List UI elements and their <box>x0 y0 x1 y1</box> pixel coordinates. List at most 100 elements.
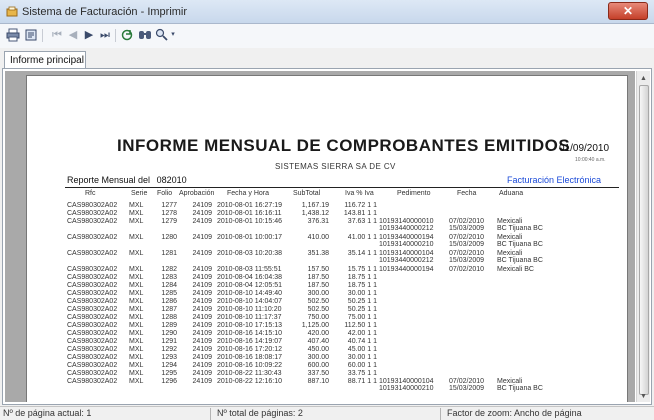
cell-rfc: CAS980302A02 <box>67 274 118 281</box>
cell-line: Mexicali <box>497 218 523 225</box>
cell-fecha: 2010-08-01 10:15:46 <box>217 218 282 225</box>
cell-rfc: CAS980302A02 <box>67 330 118 337</box>
cell-iva: 75.00 1 1 <box>347 314 377 321</box>
cell-serie: MXL <box>129 330 144 337</box>
cell-fecha: 2010-08-01 10:00:17 <box>217 234 282 241</box>
table-row: CAS980302A02 MXL 1277 24109 2010-08-01 16:27… <box>27 202 627 210</box>
window-title: Sistema de Facturación - Imprimir <box>22 6 188 18</box>
cell-sub: 376.31 <box>307 218 329 225</box>
cell-aprob: 24109 <box>192 370 212 377</box>
cell-line: Mexicali <box>497 234 523 241</box>
scroll-down-icon[interactable]: ▼ <box>640 393 647 400</box>
cell-serie: MXL <box>129 266 144 273</box>
cell-rfc: CAS980302A02 <box>67 338 118 345</box>
cell-serie: MXL <box>129 378 144 385</box>
cell-fecha: 2010-08-10 17:15:13 <box>217 322 282 329</box>
tab-informe-principal[interactable]: Informe principal <box>4 51 86 69</box>
column-header: SubTotal <box>293 190 321 197</box>
report-date: 01/09/2010 <box>559 143 610 154</box>
cell-fecha: 2010-08-03 10:20:38 <box>217 250 282 257</box>
cell-fecha: 2010-08-16 17:20:12 <box>217 346 282 353</box>
cell-aprob: 24109 <box>192 290 212 297</box>
column-header: Aduana <box>499 190 524 197</box>
table-row: CAS980302A02 MXL 1292 24109 2010-08-16 17:20… <box>27 346 627 354</box>
cell-aprob: 24109 <box>192 306 212 313</box>
cell-serie: MXL <box>129 306 144 313</box>
table-row: CAS980302A02 MXL 1293 24109 2010-08-16 18:08… <box>27 354 627 362</box>
cell-aduana: Mexicali BC Tijuana BC <box>497 234 543 248</box>
report-viewer: INFORME MENSUAL DE COMPROBANTES EMITIDOS… <box>5 71 635 402</box>
cell-fecha: 2010-08-10 11:10:20 <box>217 306 282 313</box>
status-current-page: Nº de página actual: 1 <box>3 408 92 418</box>
cell-aprob: 24109 <box>192 218 212 225</box>
cell-folio: 1295 <box>161 370 177 377</box>
first-page-icon[interactable]: ⏮ <box>50 28 64 42</box>
app-icon <box>6 6 18 17</box>
cell-serie: MXL <box>129 282 144 289</box>
cell-aduana: Mexicali BC Tijuana BC <box>497 250 543 264</box>
column-header: Rfc <box>85 190 96 197</box>
cell-sub: 1,125.00 <box>301 322 329 329</box>
last-page-icon[interactable]: ⏭ <box>98 28 112 42</box>
chevron-down-icon[interactable]: ▾ <box>169 28 177 42</box>
cell-rfc: CAS980302A02 <box>67 202 118 209</box>
company-name: SISTEMAS SIERRA SA DE CV <box>275 162 396 171</box>
cell-rfc: CAS980302A02 <box>67 250 118 257</box>
cell-aprob: 24109 <box>192 338 212 345</box>
cell-iva: 18.75 1 1 <box>347 282 377 289</box>
cell-folio: 1279 <box>161 218 177 225</box>
cell-sub: 300.00 <box>307 290 329 297</box>
cell-sub: 187.50 <box>307 274 329 281</box>
scroll-thumb[interactable] <box>639 85 649 395</box>
cell-iva: 15.75 1 1 <box>347 266 377 273</box>
table-row: CAS980302A02 MXL 1291 24109 2010-08-16 14:19… <box>27 338 627 346</box>
cell-line: BC Tijuana BC <box>497 225 543 232</box>
cell-fechaped: 07/02/2010 <box>449 266 485 273</box>
close-button[interactable]: ✕ <box>608 2 648 20</box>
status-divider <box>440 408 441 420</box>
table-row: CAS980302A02 MXL 1287 24109 2010-08-10 11:10… <box>27 306 627 314</box>
next-page-icon[interactable]: ▶ <box>82 28 96 42</box>
cell-rfc: CAS980302A02 <box>67 378 118 385</box>
cell-rfc: CAS980302A02 <box>67 266 118 273</box>
cell-fecha: 2010-08-16 14:15:10 <box>217 330 282 337</box>
cell-rfc: CAS980302A02 <box>67 370 118 377</box>
cell-serie: MXL <box>129 290 144 297</box>
scroll-up-icon[interactable]: ▲ <box>640 75 647 82</box>
refresh-icon[interactable] <box>120 28 134 42</box>
cell-folio: 1284 <box>161 282 177 289</box>
status-zoom: Factor de zoom: Ancho de página <box>447 408 582 418</box>
cell-line: 10193440000194 <box>379 234 434 241</box>
vertical-scrollbar[interactable]: ▲ ▼ <box>636 71 650 402</box>
column-header: Aprobación <box>179 190 215 197</box>
page-setup-icon[interactable] <box>24 28 38 42</box>
print-icon[interactable] <box>6 28 20 42</box>
cell-sub: 157.50 <box>307 266 329 273</box>
prev-page-icon[interactable]: ◀ <box>66 28 80 42</box>
report-page: INFORME MENSUAL DE COMPROBANTES EMITIDOS… <box>26 75 628 402</box>
cell-rfc: CAS980302A02 <box>67 210 118 217</box>
cell-folio: 1289 <box>161 322 177 329</box>
cell-sub: 407.40 <box>307 338 329 345</box>
cell-folio: 1287 <box>161 306 177 313</box>
cell-aduana: Mexicali BC Tijuana BC <box>497 378 543 392</box>
report-rows: CAS980302A02 MXL 1277 24109 2010-08-01 16:27… <box>27 202 627 394</box>
cell-serie: MXL <box>129 314 144 321</box>
zoom-icon[interactable] <box>155 28 169 42</box>
table-row: CAS980302A02 MXL 1294 24109 2010-08-16 10:09… <box>27 362 627 370</box>
report-subtitle: Reporte Mensual del 082010 <box>67 175 187 185</box>
find-icon[interactable] <box>138 28 152 42</box>
cell-line: 15/03/2009 <box>449 225 485 232</box>
cell-sub: 502.50 <box>307 306 329 313</box>
cell-rfc: CAS980302A02 <box>67 290 118 297</box>
cell-line: 07/02/2010 <box>449 378 485 385</box>
cell-rfc: CAS980302A02 <box>67 282 118 289</box>
cell-fecha: 2010-08-04 16:04:38 <box>217 274 282 281</box>
report-period: 082010 <box>156 175 187 185</box>
table-row: CAS980302A02 MXL 1288 24109 2010-08-10 11:17… <box>27 314 627 322</box>
cell-ped: 10193440000194 <box>379 266 434 273</box>
table-row: CAS980302A02 MXL 1286 24109 2010-08-10 14:04… <box>27 298 627 306</box>
cell-fecha: 2010-08-01 16:27:19 <box>217 202 282 209</box>
cell-fecha: 2010-08-22 12:16:10 <box>217 378 282 385</box>
table-row: CAS980302A02 MXL 1279 24109 2010-08-01 10:15… <box>27 218 627 234</box>
